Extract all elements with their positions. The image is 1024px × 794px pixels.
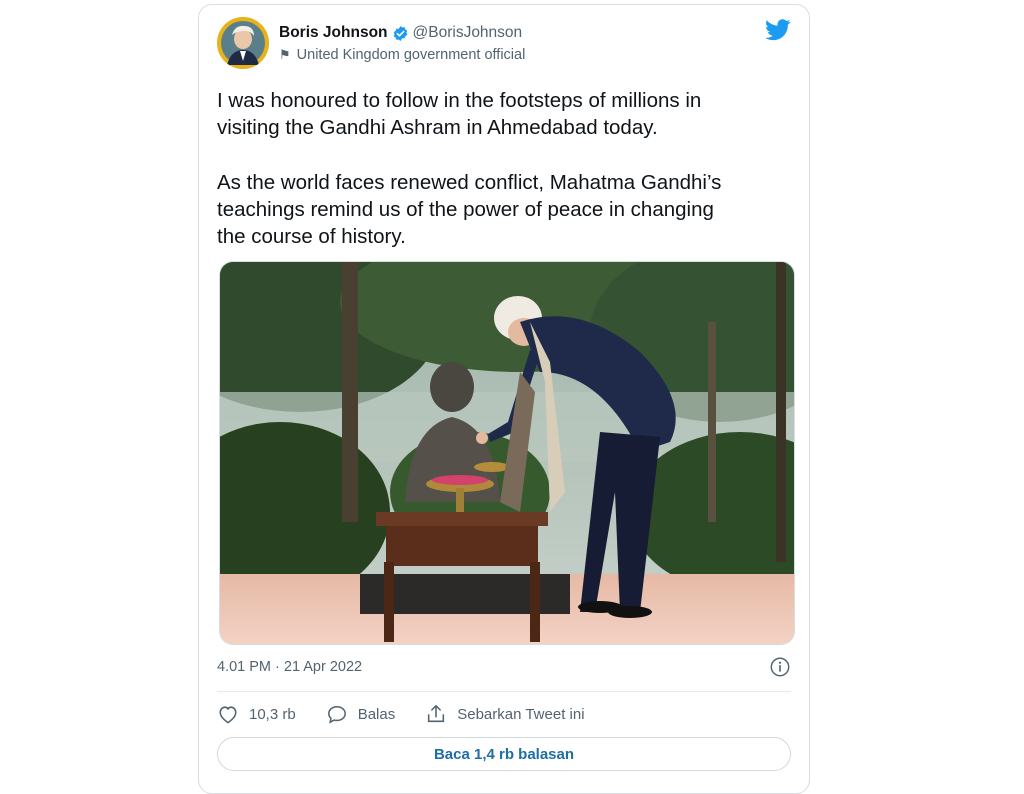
author-avatar[interactable] bbox=[217, 17, 269, 69]
author-display-name[interactable]: Boris Johnson bbox=[279, 23, 388, 43]
author-affiliation: United Kingdom government official bbox=[296, 47, 526, 63]
tweet-header: Boris Johnson @BorisJohnson ⚑ United Kin… bbox=[217, 17, 791, 73]
tweet-paragraph-1: I was honoured to follow in the footstep… bbox=[217, 89, 702, 139]
divider bbox=[217, 691, 791, 692]
tweet-meta-row: 4.01 PM · 21 Apr 2022 bbox=[217, 656, 791, 678]
like-count: 10,3 rb bbox=[249, 705, 296, 723]
reply-label: Balas bbox=[357, 705, 396, 723]
heart-icon bbox=[219, 706, 237, 724]
like-button[interactable]: 10,3 rb bbox=[217, 704, 296, 724]
tweet-paragraph-2: As the world faces renewed conflict, Mah… bbox=[217, 171, 722, 248]
share-label: Sebarkan Tweet ini bbox=[457, 705, 585, 723]
tweet-timestamp[interactable]: 4.01 PM · 21 Apr 2022 bbox=[217, 659, 362, 675]
twitter-bird-icon[interactable] bbox=[765, 19, 791, 46]
share-button[interactable]: Sebarkan Tweet ini bbox=[425, 703, 585, 725]
tweet-text: I was honoured to follow in the footstep… bbox=[217, 87, 797, 278]
tweet-photo[interactable] bbox=[219, 261, 795, 645]
reply-bubble-icon bbox=[327, 705, 346, 724]
verified-badge-icon bbox=[392, 25, 409, 42]
info-icon[interactable] bbox=[769, 656, 791, 678]
read-replies-button[interactable]: Baca 1,4 rb balasan bbox=[217, 737, 791, 771]
share-icon bbox=[428, 704, 445, 723]
tweet-actions: 10,3 rb Balas Sebarkan Tweet ini bbox=[217, 703, 791, 725]
author-handle[interactable]: @BorisJohnson bbox=[413, 23, 523, 43]
reply-button[interactable]: Balas bbox=[326, 704, 396, 724]
flag-icon: ⚑ bbox=[279, 47, 291, 62]
tweet-card: Boris Johnson @BorisJohnson ⚑ United Kin… bbox=[198, 4, 810, 794]
